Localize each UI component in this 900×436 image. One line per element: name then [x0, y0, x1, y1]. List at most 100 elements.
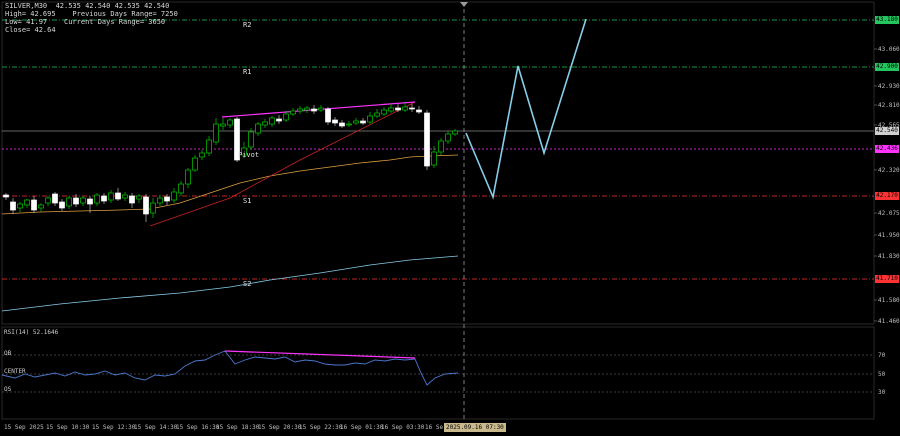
time-tick: 16 Sep 01:30	[340, 424, 384, 431]
time-tick: 15 Sep 12:30	[92, 424, 136, 431]
s1-price-tag: 42.170	[875, 192, 899, 200]
candle-body	[374, 112, 380, 117]
price-tick: 42.320	[878, 167, 900, 174]
candle-body	[31, 199, 37, 211]
time-tick: 15 Sep 22:30	[299, 424, 343, 431]
symbol-info: SILVER,M30 42.535 42.540 42.535 42.540	[5, 2, 170, 10]
candle-body	[122, 194, 128, 199]
candle-body	[262, 121, 268, 126]
r2-price-tag: 43.180	[875, 16, 899, 24]
candle-body	[325, 108, 331, 123]
candle-body	[431, 151, 437, 166]
candle-body	[227, 119, 233, 126]
price-tick: 41.460	[878, 318, 900, 325]
candle-body	[94, 194, 100, 204]
candle-body	[269, 117, 275, 125]
candle-body	[17, 203, 23, 209]
rsi-center-label: CENTER	[4, 368, 26, 375]
close-info: Close= 42.64	[5, 26, 56, 34]
cursor-marker-icon	[460, 2, 468, 7]
candle-body	[80, 197, 86, 204]
candle-body	[304, 107, 310, 111]
candle-body	[171, 191, 177, 201]
time-tick: 15 Sep 14:30	[134, 424, 178, 431]
price-tick: 42.075	[878, 210, 900, 217]
r2-label: R2	[243, 21, 252, 29]
price-tick: 42.810	[878, 102, 900, 109]
candle-body	[178, 183, 184, 194]
candle-body	[297, 108, 303, 112]
candle-body	[311, 108, 317, 112]
candle-body	[402, 106, 408, 111]
candle-body	[150, 202, 156, 214]
candle-body	[445, 133, 451, 142]
candle-body	[438, 140, 444, 153]
candle-body	[346, 123, 352, 126]
candle-body	[255, 123, 261, 134]
price-tick: 42.930	[878, 83, 900, 90]
time-tick: 16 Se	[425, 424, 444, 431]
candle-body	[3, 194, 9, 198]
low-info: Low= 41.97 Current Days Range= 3650	[5, 18, 166, 26]
candle-body	[185, 169, 191, 185]
s1-label: S1	[243, 197, 252, 205]
rsi-ob-label: OB	[4, 350, 12, 357]
s2-label: S2	[243, 280, 252, 288]
time-tick: 15 Sep 16:30	[176, 424, 220, 431]
candle-body	[101, 195, 107, 202]
time-tick: 15 Sep 18:30	[216, 424, 260, 431]
rsi-tick-50: 50	[878, 371, 886, 378]
time-tick: 15 Sep 10:30	[46, 424, 90, 431]
candle-body	[66, 197, 72, 207]
candle-body	[367, 115, 373, 123]
candle-body	[409, 107, 415, 110]
price-tick: 41.830	[878, 253, 900, 260]
rsi-divergence-line	[224, 350, 416, 359]
candle-body	[290, 110, 296, 115]
pivot-label: Pivot	[238, 151, 260, 159]
candle-body	[192, 157, 198, 171]
candle-body	[143, 196, 149, 215]
current-price-tag: 42.540	[875, 127, 899, 135]
candle-body	[276, 118, 282, 122]
candle-body	[164, 196, 170, 202]
candle-body	[45, 197, 51, 204]
time-tick: 15 Sep 2025	[4, 424, 44, 431]
candle-body	[206, 139, 212, 154]
cursor-time-label: 2025.09.16 07:30	[444, 423, 506, 432]
candle-body	[220, 123, 226, 127]
candle-body	[157, 197, 163, 204]
candle-body	[339, 122, 345, 127]
pivot-price-tag: 42.436	[875, 145, 899, 153]
candle-body	[424, 112, 430, 167]
price-tick: 41.580	[878, 297, 900, 304]
candlesticks	[3, 103, 458, 222]
candle-body	[52, 193, 58, 204]
candle-body	[59, 201, 65, 209]
candle-body	[108, 192, 114, 201]
rsi-tick-70: 70	[878, 352, 886, 359]
rsi-tick-30: 30	[878, 389, 886, 396]
candle-body	[452, 130, 458, 135]
r1-price-tag: 42.900	[875, 63, 899, 71]
candle-body	[388, 107, 394, 112]
price-tick: 41.950	[878, 232, 900, 239]
candle-body	[87, 198, 93, 205]
s2-price-tag: 41.710	[875, 275, 899, 283]
trend-line	[149, 101, 416, 227]
candle-body	[115, 192, 121, 200]
candle-body	[24, 199, 30, 206]
rsi-line	[1, 350, 459, 386]
candle-body	[353, 120, 359, 124]
rsi-os-label: OS	[4, 386, 12, 393]
candle-body	[283, 113, 289, 121]
candle-body	[416, 109, 422, 113]
projection-path	[465, 18, 587, 200]
candle-body	[38, 204, 44, 209]
candle-body	[129, 195, 135, 204]
candle-body	[360, 120, 366, 124]
slow-ma-line	[1, 255, 459, 312]
price-tick: 43.060	[878, 46, 900, 53]
trading-chart[interactable]	[0, 0, 900, 436]
r1-label: R1	[243, 68, 252, 76]
